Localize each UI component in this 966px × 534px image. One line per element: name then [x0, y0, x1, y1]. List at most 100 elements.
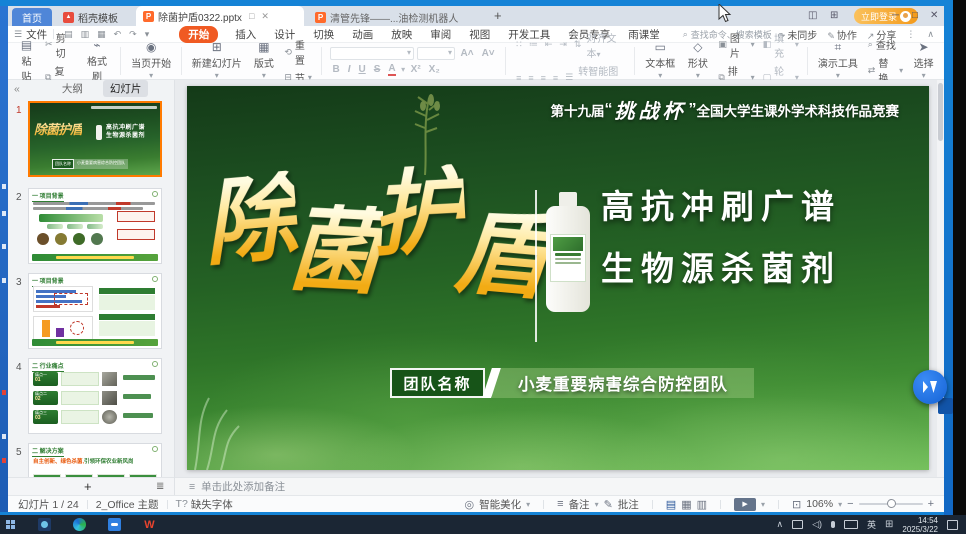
play-from-current-button[interactable]: ◉当页开始▾: [125, 45, 177, 77]
slide-list-menu-icon[interactable]: ≣: [156, 481, 164, 492]
zoom-slider-knob[interactable]: [887, 499, 896, 508]
close-button[interactable]: ✕: [930, 10, 938, 22]
present-tools-button[interactable]: ⌗演示工具▾: [812, 45, 864, 77]
format-painter-button[interactable]: ⌁格式刷: [78, 45, 117, 77]
tab-active-document[interactable]: P 除菌护盾0322.pptx □ ✕: [136, 6, 304, 26]
menu-review[interactable]: 审阅: [430, 27, 451, 42]
collab-button[interactable]: ✎协作: [827, 27, 857, 42]
textbox-button[interactable]: ▭文本框▾: [639, 45, 681, 77]
meeting-float-button[interactable]: [913, 370, 947, 404]
notification-center-icon[interactable]: [947, 520, 958, 530]
maximize-button[interactable]: □: [912, 10, 918, 22]
outdent-icon[interactable]: ⇤: [545, 39, 553, 50]
volume-icon[interactable]: ◁): [812, 519, 822, 530]
network-icon[interactable]: [792, 520, 803, 529]
bold-icon[interactable]: B: [333, 64, 340, 75]
zoom-out-icon[interactable]: −: [847, 498, 853, 510]
slide-1-canvas[interactable]: 第十九届“挑战杯”全国大学生课外学术科技作品竞赛 除 菌 护 盾: [187, 86, 929, 470]
minimize-button[interactable]: ─: [892, 10, 899, 22]
view-sorter-icon[interactable]: ▦: [681, 498, 691, 511]
ime-indicator[interactable]: 英: [867, 518, 876, 531]
touch-keyboard-icon[interactable]: [844, 520, 858, 529]
layout-button[interactable]: ▦版式▾: [248, 45, 281, 77]
numbering-icon[interactable]: ≔: [529, 39, 538, 50]
font-color-icon[interactable]: A: [388, 63, 395, 76]
select-button[interactable]: ➤选择▾: [907, 45, 940, 77]
beautify-button[interactable]: 智能美化: [479, 497, 521, 512]
tab-close-icon[interactable]: ✕: [261, 11, 269, 22]
font-decrease-icon[interactable]: A˅: [482, 48, 495, 59]
picture-button[interactable]: ▣图片▾: [714, 30, 758, 60]
tab-pin-icon[interactable]: □: [249, 11, 254, 21]
font-increase-icon[interactable]: A˄: [461, 48, 474, 59]
panel-collapse-icon[interactable]: «: [14, 83, 20, 95]
menu-view[interactable]: 视图: [469, 27, 490, 42]
reset-button[interactable]: ⟲重置: [280, 37, 317, 67]
undo-icon[interactable]: ↶: [114, 29, 122, 40]
tab-home[interactable]: 首页: [12, 8, 52, 26]
view-normal-icon[interactable]: ▤: [666, 498, 676, 511]
taskbar-app-icon[interactable]: [38, 518, 51, 531]
tray-expand-icon[interactable]: ∧: [776, 519, 783, 530]
strike-icon[interactable]: S: [374, 64, 381, 75]
taskbar-app-icon-2[interactable]: [108, 518, 121, 531]
tab-docer-templates[interactable]: ▲ 稻壳模板: [56, 8, 125, 26]
workspace-grid-icon[interactable]: ⊞: [830, 10, 838, 22]
edge-browser-icon[interactable]: [73, 518, 86, 531]
new-tab-button[interactable]: +: [494, 8, 502, 23]
scrollbar-thumb[interactable]: [938, 83, 943, 141]
comment-toggle[interactable]: 批注: [618, 497, 639, 512]
find-button[interactable]: ⌕查找: [864, 37, 907, 52]
find-icon: ⌕: [868, 39, 873, 50]
more-icon[interactable]: ⋮: [906, 29, 915, 40]
underline-icon[interactable]: U: [359, 64, 366, 75]
slideshow-play-button[interactable]: ▶: [734, 498, 756, 511]
zoom-slider[interactable]: [859, 503, 923, 505]
align-text-button[interactable]: 对齐文本▾: [586, 30, 626, 60]
tab-outline[interactable]: 大纲: [62, 81, 83, 96]
menu-insert[interactable]: 插入: [235, 27, 256, 42]
redo-icon[interactable]: ↷: [129, 29, 137, 40]
new-slide-button[interactable]: ⊞新建幻灯片▾: [186, 45, 247, 77]
split-view-icon[interactable]: ◫: [808, 10, 817, 22]
superscript-icon[interactable]: X²: [411, 64, 421, 75]
fill-button[interactable]: ◧填充▾: [759, 30, 803, 60]
shapes-button[interactable]: ◇形状▾: [681, 45, 714, 77]
cut-button[interactable]: ✂剪切: [41, 30, 78, 60]
tab-second-document[interactable]: P 清管先锋——...油检测机器人: [308, 8, 486, 26]
start-button[interactable]: [6, 520, 16, 530]
font-size-combo[interactable]: [417, 47, 455, 60]
ime-grid-icon[interactable]: ⊞: [885, 519, 893, 530]
bullets-icon[interactable]: ∷: [516, 39, 522, 50]
vertical-scrollbar[interactable]: [937, 80, 944, 477]
theme-name[interactable]: 2_Office 主题: [96, 497, 159, 512]
quickbar-caret-icon[interactable]: ▾: [145, 29, 150, 40]
menu-slideshow[interactable]: 放映: [391, 27, 412, 42]
collapse-ribbon-icon[interactable]: ∧: [927, 29, 934, 40]
zoom-percent[interactable]: 106%: [806, 498, 833, 510]
add-slide-button[interactable]: +: [84, 479, 92, 494]
menu-animation[interactable]: 动画: [352, 27, 373, 42]
thumbnail-slide-4[interactable]: 二 行业痛点 痛点一01 痛点二02 痛点三03: [28, 358, 162, 434]
missing-font-label[interactable]: 缺失字体: [191, 497, 233, 512]
font-name-combo[interactable]: [330, 47, 414, 60]
thumbnail-slide-2[interactable]: 一 项目背景: [28, 188, 162, 264]
thumbnail-slide-1[interactable]: 除菌护盾 高抗冲刷广谱生物源杀菌剂 团队名称小麦重要病害综合防控团队: [28, 101, 162, 177]
subscript-icon[interactable]: X₂: [429, 64, 440, 75]
indent-icon[interactable]: ⇥: [559, 39, 567, 50]
italic-icon[interactable]: I: [348, 64, 351, 75]
note-toggle[interactable]: 备注: [569, 497, 590, 512]
line-spacing-icon[interactable]: ⇅: [574, 39, 582, 50]
wps-taskbar-icon[interactable]: W: [143, 518, 156, 531]
login-button[interactable]: 立即登录: [854, 8, 918, 24]
paste-button[interactable]: ▤粘贴: [12, 45, 41, 77]
print-icon[interactable]: ▥: [81, 29, 90, 40]
notes-bar[interactable]: ≡ 单击此处添加备注: [175, 477, 944, 495]
tab-slides[interactable]: 幻灯片: [103, 80, 149, 97]
taskbar-clock[interactable]: 14:54 2025/3/22: [902, 516, 938, 534]
microphone-icon[interactable]: [831, 521, 835, 528]
fit-window-icon[interactable]: ⊡: [792, 498, 801, 511]
view-reading-icon[interactable]: ▥: [697, 498, 707, 511]
thumbnail-slide-3[interactable]: 一 项目背景: [28, 273, 162, 349]
zoom-in-icon[interactable]: +: [928, 498, 934, 510]
